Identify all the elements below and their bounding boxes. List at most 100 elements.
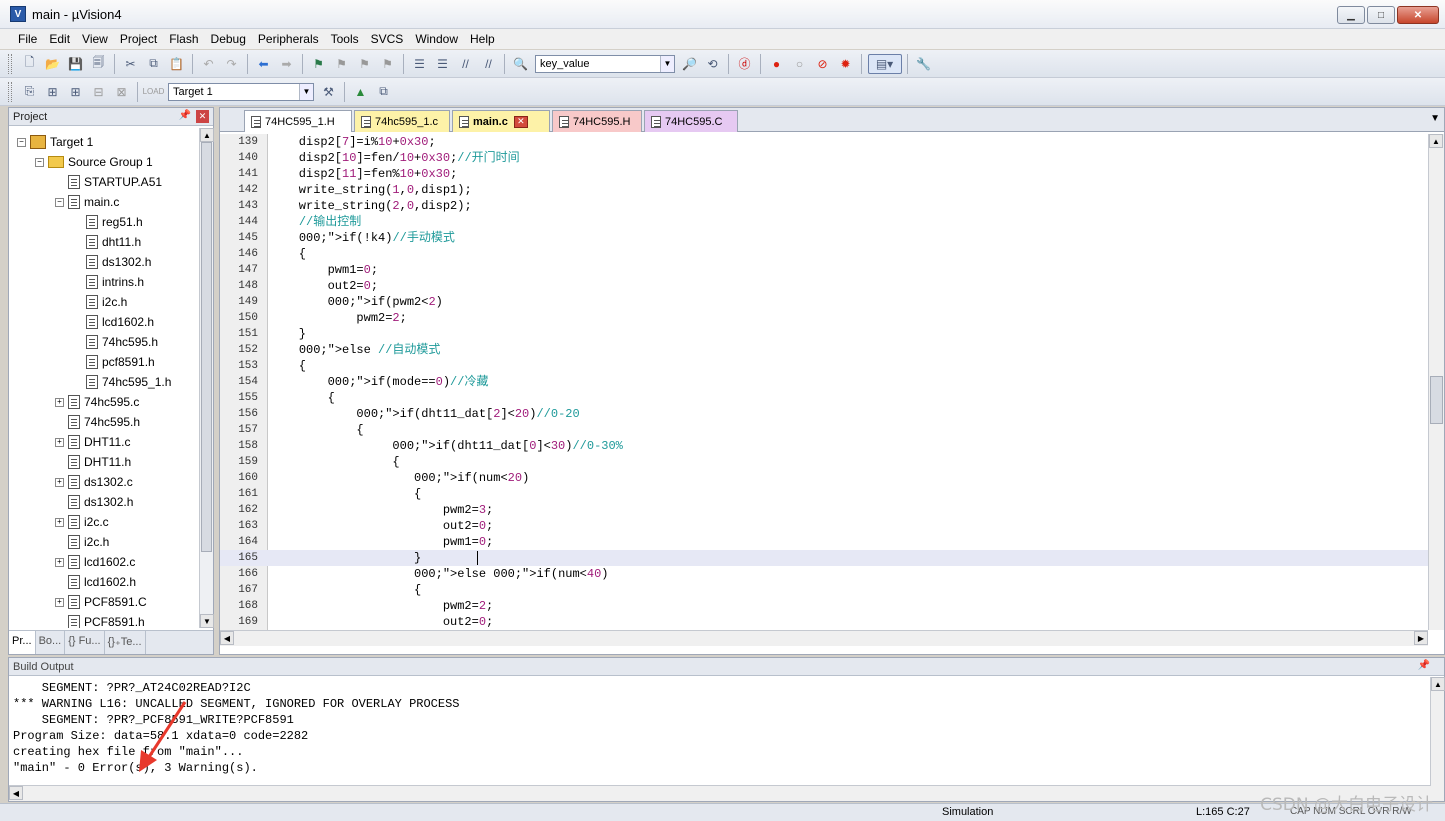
code-editor[interactable]: 139 disp2[7]=i%10+0x30; 140 disp2[10]=fen… <box>220 134 1428 630</box>
code-line[interactable]: 152 000;">else //自动模式 <box>220 342 1428 358</box>
tree-item[interactable]: + i2c.c <box>55 512 109 532</box>
tree-item[interactable]: − Source Group 1 <box>35 152 153 172</box>
code-line[interactable]: 150 pwm2=2; <box>220 310 1428 326</box>
menu-svcs[interactable]: SVCS <box>365 32 410 46</box>
expand-icon[interactable]: + <box>55 557 64 567</box>
uncomment-icon[interactable]: // <box>479 54 499 74</box>
target-combo[interactable]: Target 1 ▼ <box>168 82 314 101</box>
enable-breakpoint-icon[interactable]: ○ <box>790 54 810 74</box>
tree-item[interactable]: − main.c <box>55 192 119 212</box>
paste-icon[interactable]: 📋 <box>167 54 187 74</box>
save-icon[interactable]: 💾 <box>66 54 86 74</box>
toolbar-grip[interactable] <box>8 53 12 74</box>
download-load-icon[interactable]: LOAD <box>143 82 165 102</box>
code-line[interactable]: 154 000;">if(mode==0)//冷藏 <box>220 374 1428 390</box>
translate-icon[interactable]: ⎘ <box>20 82 40 102</box>
close-icon[interactable]: ✕ <box>196 110 209 123</box>
tree-item[interactable]: 74hc595_1.h <box>73 372 171 392</box>
maximize-button[interactable]: □ <box>1367 6 1395 24</box>
tree-item[interactable]: + ds1302.c <box>55 472 133 492</box>
scroll-left-arrow-icon[interactable]: ◀ <box>220 631 234 645</box>
code-line[interactable]: 143 write_string(2,0,disp2); <box>220 198 1428 214</box>
code-line[interactable]: 151 } <box>220 326 1428 342</box>
code-line[interactable]: 156 000;">if(dht11_dat[2]<20)//0-20 <box>220 406 1428 422</box>
disable-breakpoints-icon[interactable]: ⊘ <box>813 54 833 74</box>
scrollbar-thumb[interactable] <box>1430 376 1443 424</box>
expand-icon[interactable]: + <box>55 597 64 607</box>
tree-item[interactable]: pcf8591.h <box>73 352 155 372</box>
build-icon[interactable]: ⊞ <box>43 82 63 102</box>
find-icon[interactable]: 🔎 <box>680 54 700 74</box>
code-line[interactable]: 158 000;">if(dht11_dat[0]<30)//0-30% <box>220 438 1428 454</box>
batch-build-icon[interactable]: ⊟ <box>89 82 109 102</box>
menu-window[interactable]: Window <box>409 32 464 46</box>
tree-item[interactable]: ds1302.h <box>73 252 151 272</box>
code-line[interactable]: 140 disp2[10]=fen/10+0x30;//开门时间 <box>220 150 1428 166</box>
window-layout-icon[interactable]: ▤▾ <box>867 53 902 74</box>
navigate-forward-icon[interactable]: ➡ <box>277 54 297 74</box>
code-line[interactable]: 153 { <box>220 358 1428 374</box>
tree-item[interactable]: i2c.h <box>73 292 127 312</box>
next-bookmark-icon[interactable]: ⚑ <box>355 54 375 74</box>
copy-icon[interactable]: ⧉ <box>144 54 164 74</box>
code-line[interactable]: 160 000;">if(num<20) <box>220 470 1428 486</box>
editor-tab[interactable]: 74hc595_1.c <box>354 110 450 132</box>
code-line[interactable]: 164 pwm1=0; <box>220 534 1428 550</box>
tree-item[interactable]: DHT11.h <box>55 452 131 472</box>
tree-item[interactable]: lcd1602.h <box>55 572 136 592</box>
menu-help[interactable]: Help <box>464 32 501 46</box>
configure-wrench-icon[interactable]: 🔧 <box>914 54 934 74</box>
menu-peripherals[interactable]: Peripherals <box>252 32 325 46</box>
menu-view[interactable]: View <box>76 32 114 46</box>
code-line[interactable]: 159 { <box>220 454 1428 470</box>
tree-item[interactable]: dht11.h <box>73 232 141 252</box>
file-extensions-icon[interactable]: ⧉ <box>374 82 394 102</box>
editor-vertical-scrollbar[interactable]: ▲ <box>1428 134 1444 630</box>
collapse-icon[interactable]: − <box>55 197 64 207</box>
project-panel-tab[interactable]: Pr... <box>9 631 36 654</box>
tree-item[interactable]: intrins.h <box>73 272 144 292</box>
code-line[interactable]: 145 000;">if(!k4)//手动模式 <box>220 230 1428 246</box>
close-tab-icon[interactable]: ✕ <box>513 115 528 128</box>
scroll-right-arrow-icon[interactable]: ▶ <box>1414 631 1428 645</box>
start-debug-icon[interactable]: ⓓ <box>735 54 755 74</box>
code-line[interactable]: 142 write_string(1,0,disp1); <box>220 182 1428 198</box>
scroll-up-arrow-icon[interactable]: ▲ <box>200 128 214 142</box>
project-tree-scrollbar[interactable]: ▲ ▼ <box>199 128 214 628</box>
code-line[interactable]: 149 000;">if(pwm2<2) <box>220 294 1428 310</box>
tree-item[interactable]: + PCF8591.C <box>55 592 147 612</box>
tree-item[interactable]: − Target 1 <box>17 132 93 152</box>
incremental-find-icon[interactable]: ⟲ <box>703 54 723 74</box>
expand-icon[interactable]: + <box>55 477 64 487</box>
pin-icon[interactable]: 📌 <box>1418 660 1430 671</box>
tree-item[interactable]: + lcd1602.c <box>55 552 135 572</box>
project-panel-tab[interactable]: {}₊Te... <box>105 631 146 654</box>
project-panel-tab[interactable]: Bo... <box>36 631 66 654</box>
collapse-icon[interactable]: − <box>17 137 26 147</box>
expand-icon[interactable]: + <box>55 437 64 447</box>
close-button[interactable]: ✕ <box>1397 6 1439 24</box>
scroll-up-arrow-icon[interactable]: ▲ <box>1431 677 1445 691</box>
menu-edit[interactable]: Edit <box>43 32 76 46</box>
tree-item[interactable]: STARTUP.A51 <box>55 172 162 192</box>
menu-project[interactable]: Project <box>114 32 163 46</box>
scroll-left-arrow-icon[interactable]: ◀ <box>9 786 23 800</box>
code-line[interactable]: 144 //输出控制 <box>220 214 1428 230</box>
code-line[interactable]: 161 { <box>220 486 1428 502</box>
expand-icon[interactable]: + <box>55 397 64 407</box>
tree-item[interactable]: 74hc595.h <box>73 332 158 352</box>
navigate-back-icon[interactable]: ⬅ <box>254 54 274 74</box>
tree-item[interactable]: ds1302.h <box>55 492 133 512</box>
minimize-button[interactable]: ▁ <box>1337 6 1365 24</box>
new-file-icon[interactable]: 🗋 <box>20 54 40 74</box>
tree-item[interactable]: PCF8591.h <box>55 612 145 628</box>
code-line[interactable]: 163 out2=0; <box>220 518 1428 534</box>
code-line[interactable]: 141 disp2[11]=fen%10+0x30; <box>220 166 1428 182</box>
target-options-icon[interactable]: ⚒ <box>319 82 339 102</box>
open-file-icon[interactable]: 📂 <box>43 54 63 74</box>
editor-tab[interactable]: 74HC595.H <box>552 110 642 132</box>
editor-tab[interactable]: main.c ✕ <box>452 110 550 132</box>
kill-breakpoints-icon[interactable]: ✹ <box>836 54 856 74</box>
menu-file[interactable]: File <box>12 32 43 46</box>
stop-build-icon[interactable]: ⊠ <box>112 82 132 102</box>
